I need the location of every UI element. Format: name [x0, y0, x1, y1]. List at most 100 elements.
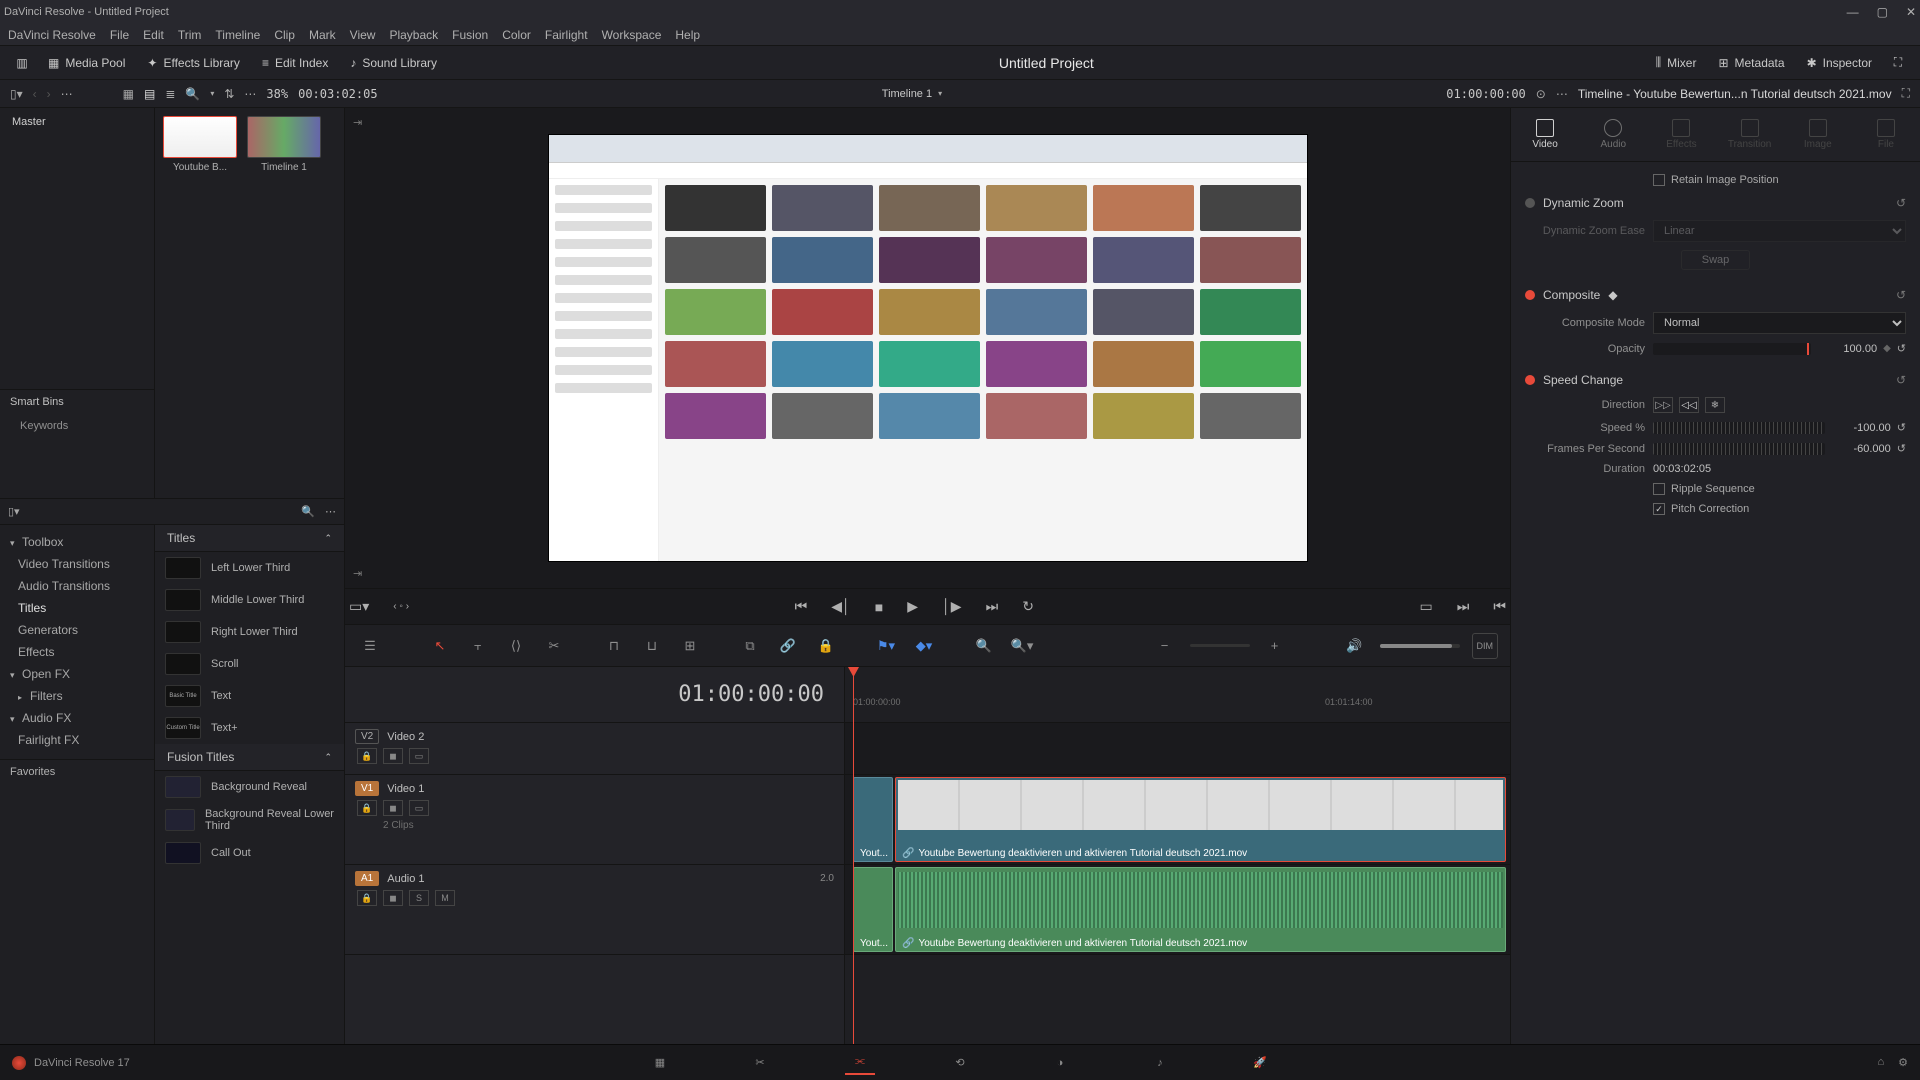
project-settings-button[interactable]: ⚙ — [1898, 1056, 1908, 1069]
expand2-icon[interactable]: ⛶ — [1902, 86, 1910, 101]
overwrite-clip-icon[interactable]: ⊔ — [639, 633, 665, 659]
go-first-button[interactable]: ⏮ — [791, 596, 812, 617]
fps-value[interactable]: -60.000 — [1831, 443, 1891, 455]
track-enable-icon[interactable]: ◼ — [383, 748, 403, 764]
smart-bins-header[interactable]: Smart Bins — [0, 389, 154, 414]
direction-freeze-button[interactable]: ❄ — [1705, 397, 1725, 413]
menu-workspace[interactable]: Workspace — [602, 28, 662, 42]
fxtree-favorites[interactable]: Favorites — [0, 759, 154, 784]
home-button[interactable]: ⌂ — [1877, 1056, 1884, 1069]
fx-item[interactable]: Middle Lower Third — [155, 584, 344, 616]
timeline-timecode[interactable]: 01:00:00:00 — [345, 667, 844, 723]
zoom-dropdown-icon[interactable]: 🔍▾ — [1009, 633, 1035, 659]
more-icon[interactable]: ⋯ — [61, 87, 73, 101]
media-pool-button[interactable]: ▦Media Pool — [40, 52, 133, 74]
track-solo-button[interactable]: S — [409, 890, 429, 906]
snapping-icon[interactable]: ⧉ — [737, 633, 763, 659]
playhead[interactable] — [853, 667, 854, 1044]
fx-item[interactable]: Left Lower Third — [155, 552, 344, 584]
zoom-slider[interactable] — [1190, 644, 1250, 647]
page-edit-button[interactable]: ⫘ — [845, 1051, 875, 1075]
window-maximize-button[interactable]: ▢ — [1877, 5, 1888, 19]
match-frame-icon[interactable]: ‹ ◦ › — [389, 599, 413, 614]
duration-value[interactable]: 00:03:02:05 — [1653, 463, 1711, 475]
menu-fairlight[interactable]: Fairlight — [545, 28, 588, 42]
menu-help[interactable]: Help — [675, 28, 700, 42]
inspector-tab-file[interactable]: File — [1852, 108, 1920, 161]
fxtree-audio-transitions[interactable]: Audio Transitions — [0, 575, 154, 597]
fxtree-audiofx[interactable]: ▾Audio FX — [0, 707, 154, 729]
track-lock-icon[interactable]: 🔒 — [357, 890, 377, 906]
direction-reverse-button[interactable]: ◁◁ — [1679, 397, 1699, 413]
step-fwd-button[interactable]: │▶ — [938, 596, 966, 617]
track-mute-button[interactable]: M — [435, 890, 455, 906]
insert-clip-icon[interactable]: ⊓ — [601, 633, 627, 659]
menu-edit[interactable]: Edit — [143, 28, 164, 42]
inspector-tab-video[interactable]: Video — [1511, 108, 1579, 161]
go-start-button[interactable]: ⏮ — [1489, 596, 1510, 617]
menu-trim[interactable]: Trim — [178, 28, 202, 42]
fx-item[interactable]: Background Reveal Lower Third — [155, 803, 344, 837]
track-tag[interactable]: A1 — [355, 871, 379, 886]
track-tag[interactable]: V1 — [355, 781, 379, 796]
mixer-button[interactable]: ⫼Mixer — [1648, 51, 1705, 74]
page-color-button[interactable]: ◑ — [1045, 1051, 1075, 1075]
bin-master[interactable]: Master — [0, 108, 154, 136]
inspector-button[interactable]: ✱Inspector — [1799, 52, 1880, 74]
more3-icon[interactable]: ⋯ — [1556, 87, 1568, 101]
grid-view-icon[interactable]: ▤ — [144, 87, 155, 101]
reset-icon[interactable]: ↺ — [1896, 373, 1906, 387]
fxtree-fairlightfx[interactable]: Fairlight FX — [0, 729, 154, 751]
fx-item[interactable]: Call Out — [155, 837, 344, 869]
speed-value[interactable]: -100.00 — [1831, 422, 1891, 434]
timeline-name-dropdown[interactable]: Timeline 1 — [882, 88, 932, 100]
effects-library-button[interactable]: ✦Effects Library — [139, 52, 248, 74]
fxtree-openfx[interactable]: ▾Open FX — [0, 663, 154, 685]
timeline-ruler[interactable]: 01:00:00:00 01:01:14:00 01:02:28:00 — [845, 667, 1510, 723]
reset-icon[interactable]: ↺ — [1896, 196, 1906, 210]
fps-slider[interactable] — [1653, 443, 1825, 455]
menu-timeline[interactable]: Timeline — [215, 28, 260, 42]
more2-icon[interactable]: ⋯ — [244, 87, 256, 101]
fx-item[interactable]: Scroll — [155, 648, 344, 680]
menu-playback[interactable]: Playback — [389, 28, 438, 42]
volume-icon[interactable]: 🔊 — [1342, 633, 1368, 659]
volume-slider[interactable] — [1380, 644, 1460, 648]
track-disable-icon[interactable]: ▭ — [409, 800, 429, 816]
flag-icon[interactable]: ⚑▾ — [873, 633, 899, 659]
fx-item[interactable]: Basic TitleText — [155, 680, 344, 712]
chevron-down-icon[interactable]: ▾ — [210, 89, 214, 98]
track-lock-icon[interactable]: 🔒 — [357, 800, 377, 816]
metadata-button[interactable]: ⊞Metadata — [1710, 52, 1792, 74]
page-fusion-button[interactable]: ⟲ — [945, 1051, 975, 1075]
track-tag[interactable]: V2 — [355, 729, 379, 744]
trim-tool-icon[interactable]: ⫟ — [465, 633, 491, 659]
timeline-clip[interactable]: Yout... — [853, 777, 893, 862]
timecode-opts-icon[interactable]: ⊙ — [1536, 87, 1546, 101]
blade-tool-icon[interactable]: ✂ — [541, 633, 567, 659]
reset-icon[interactable]: ↺ — [1897, 442, 1906, 455]
menu-fusion[interactable]: Fusion — [452, 28, 488, 42]
menu-file[interactable]: File — [110, 28, 129, 42]
speed-change-header[interactable]: Speed Change↺ — [1525, 367, 1906, 393]
section-toggle-icon[interactable] — [1525, 198, 1535, 208]
fx-panel-icon[interactable]: ▯▾ — [8, 505, 20, 518]
menu-clip[interactable]: Clip — [274, 28, 295, 42]
opacity-value[interactable]: 100.00 — [1817, 343, 1877, 355]
track-v2[interactable] — [845, 723, 1510, 775]
track-a1[interactable]: Yout... 🔗Youtube Bewertung deaktivieren … — [845, 865, 1510, 955]
fx-section-titles[interactable]: Titles⌃ — [155, 525, 344, 552]
window-close-button[interactable]: ✕ — [1906, 5, 1916, 19]
sound-library-button[interactable]: ♪Sound Library — [342, 52, 445, 74]
menu-mark[interactable]: Mark — [309, 28, 336, 42]
fxtree-generators[interactable]: Generators — [0, 619, 154, 641]
viewer[interactable]: ⇥ ⇥ — [345, 108, 1510, 588]
reset-icon[interactable]: ↺ — [1897, 421, 1906, 434]
inspector-tab-effects[interactable]: Effects — [1647, 108, 1715, 161]
track-enable-icon[interactable]: ◼ — [383, 800, 403, 816]
sort-icon[interactable]: ⇅ — [224, 87, 234, 101]
timeline-clip[interactable]: 🔗Youtube Bewertung deaktivieren und akti… — [895, 777, 1506, 862]
retain-image-position-checkbox[interactable] — [1653, 174, 1665, 186]
inspector-tab-transition[interactable]: Transition — [1716, 108, 1784, 161]
fx-item[interactable]: Right Lower Third — [155, 616, 344, 648]
